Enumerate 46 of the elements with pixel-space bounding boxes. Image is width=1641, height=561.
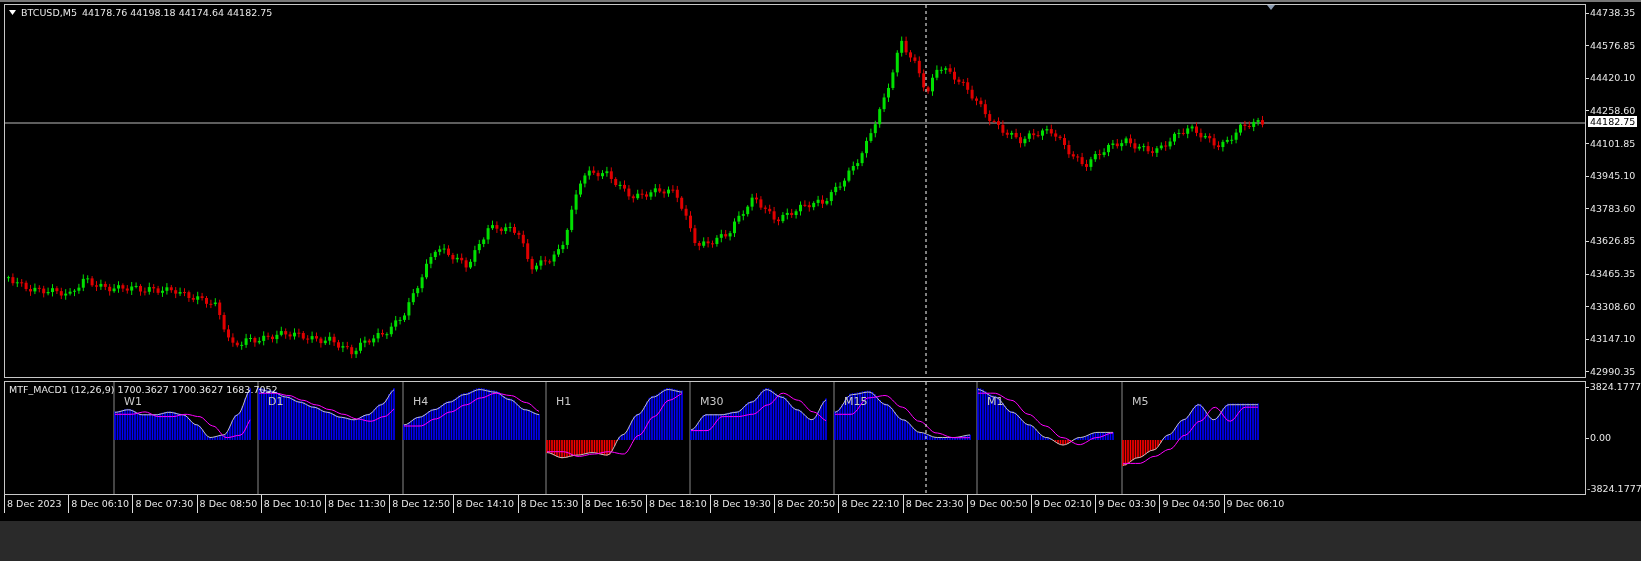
price-axis-label: 43945.10 xyxy=(1586,170,1641,183)
time-axis-label: 9 Dec 04:50 xyxy=(1159,495,1224,513)
indicator-axis-label: -3824.1777 xyxy=(1586,483,1641,495)
time-axis-label: 8 Dec 2023 xyxy=(4,495,69,513)
time-axis-label: 8 Dec 23:30 xyxy=(902,495,967,513)
price-axis-label: 44258.60 xyxy=(1586,104,1641,117)
price-axis-label: 44420.10 xyxy=(1586,72,1641,85)
shift-marker-icon xyxy=(1267,5,1275,10)
time-axis-label: 9 Dec 02:10 xyxy=(1031,495,1096,513)
time-axis-label: 8 Dec 11:30 xyxy=(324,495,390,513)
time-axis-label: 9 Dec 03:30 xyxy=(1095,495,1160,513)
price-axis-label: 43626.85 xyxy=(1586,235,1641,248)
timeframe-label: M5 xyxy=(1132,395,1149,408)
time-axis-label: 8 Dec 08:50 xyxy=(196,495,261,513)
dropdown-caret-icon[interactable] xyxy=(9,10,16,15)
timeframe-label: M30 xyxy=(700,395,724,408)
price-axis-label: 43147.10 xyxy=(1586,333,1641,346)
time-axis-label: 8 Dec 12:50 xyxy=(389,495,454,513)
time-axis-label: 8 Dec 10:10 xyxy=(260,495,325,513)
time-axis-label: 8 Dec 20:50 xyxy=(774,495,839,513)
time-axis-label: 9 Dec 06:10 xyxy=(1223,495,1288,513)
price-axis-label: 43465.35 xyxy=(1586,268,1641,280)
price-axis-label: 43783.60 xyxy=(1586,202,1641,215)
symbol-label: BTCUSD,M5 xyxy=(21,7,77,18)
time-axis-label: 9 Dec 00:50 xyxy=(966,495,1031,513)
indicator-axis-label: 0.00 xyxy=(1586,432,1641,444)
indicator-axis-label: 3824.1777 xyxy=(1586,381,1641,393)
ohlc-values: 44178.76 44198.18 44174.64 44182.75 xyxy=(81,7,273,18)
timeframe-label: W1 xyxy=(124,395,142,408)
price-axis-label: 44101.85 xyxy=(1586,137,1641,150)
time-axis-label: 8 Dec 19:30 xyxy=(710,495,775,513)
time-axis-label: 8 Dec 14:10 xyxy=(453,495,518,513)
price-axis-label: 43308.60 xyxy=(1586,300,1641,313)
time-axis-label: 8 Dec 07:30 xyxy=(132,495,197,513)
price-axis-label: 44738.35 xyxy=(1586,7,1641,19)
timeframe-label: H4 xyxy=(413,395,429,408)
price-axis-label: 44576.85 xyxy=(1586,39,1641,52)
time-axis-label: 8 Dec 22:10 xyxy=(838,495,903,513)
price-axis-label: 42990.35 xyxy=(1586,365,1641,378)
time-axis-label: 8 Dec 18:10 xyxy=(645,495,711,513)
time-axis-label: 8 Dec 16:50 xyxy=(581,495,646,513)
time-axis-label: 8 Dec 06:10 xyxy=(68,495,133,513)
current-price-label: 44182.75 xyxy=(1588,116,1638,127)
timeframe-label: H1 xyxy=(556,395,572,408)
indicator-legend: MTF_MACD1 (12,26,9) 1700.3627 1700.3627 1683.7052 xyxy=(9,384,278,395)
time-axis-label: 8 Dec 15:30 xyxy=(517,495,582,513)
